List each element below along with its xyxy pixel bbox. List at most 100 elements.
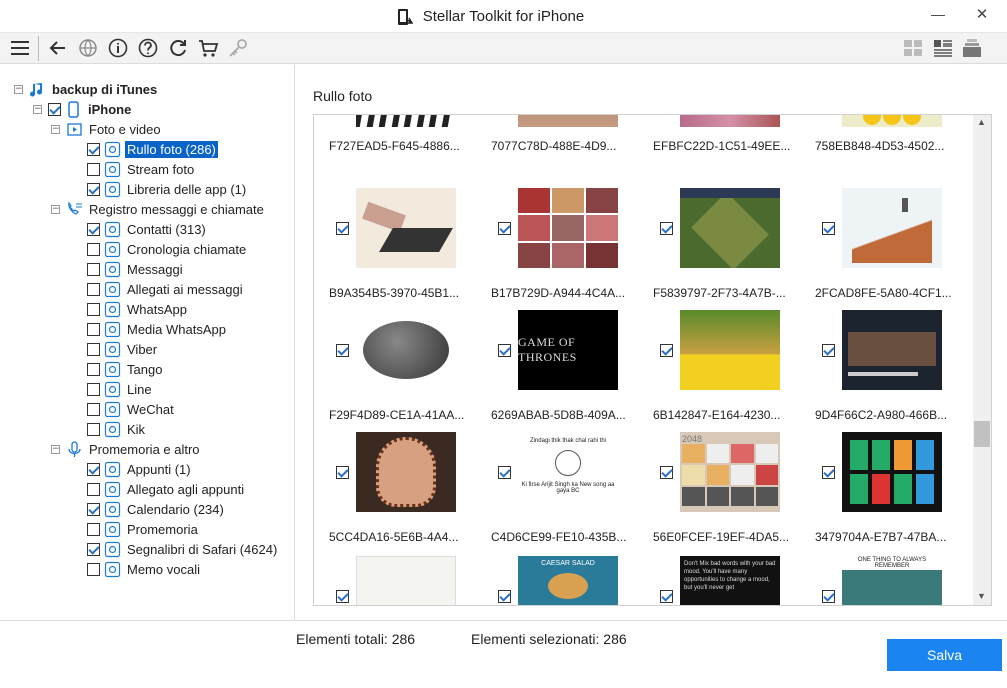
tree-checkbox[interactable]: [87, 402, 100, 416]
tree-checkbox[interactable]: [87, 142, 100, 156]
photo-item[interactable]: Zindagi thik thak chal rahi thi Ki firse …: [476, 432, 638, 554]
photo-item[interactable]: [314, 556, 476, 605]
tree-checkbox[interactable]: [87, 322, 100, 336]
collapse-toggle[interactable]: −: [51, 124, 60, 134]
photo-item[interactable]: GAME OF THRONES 6269ABAB-5D8B-409A...: [476, 310, 638, 432]
photo-thumbnail[interactable]: [356, 432, 456, 512]
tree-checkbox[interactable]: [87, 222, 100, 236]
tree-checkbox[interactable]: [87, 182, 100, 196]
photo-checkbox[interactable]: [822, 590, 835, 603]
tree-item[interactable]: Segnalibri di Safari (4624): [87, 539, 279, 559]
tree-checkbox[interactable]: [87, 522, 100, 536]
tree-checkbox[interactable]: [48, 102, 61, 116]
photo-thumbnail[interactable]: ONE THING TO ALWAYS REMEMBER: [842, 556, 942, 605]
tree-item[interactable]: Calendario (234): [87, 499, 226, 519]
key-icon[interactable]: [227, 37, 249, 59]
photo-item[interactable]: F29F4D89-CE1A-41AA...: [314, 310, 476, 432]
photo-thumbnail[interactable]: [680, 310, 780, 390]
collapse-toggle[interactable]: −: [14, 84, 23, 94]
tree-checkbox[interactable]: [87, 162, 100, 176]
photo-checkbox[interactable]: [822, 466, 835, 479]
tree-checkbox[interactable]: [87, 302, 100, 316]
tree-item[interactable]: − Foto e video: [51, 119, 163, 139]
photo-item[interactable]: B9A354B5-3970-45B1...: [314, 188, 476, 310]
photo-thumbnail[interactable]: Don't Mix bad words with your bad mood. …: [680, 556, 780, 605]
photo-thumbnail[interactable]: 2048: [680, 432, 780, 512]
photo-thumbnail[interactable]: [842, 432, 942, 512]
tree-checkbox[interactable]: [87, 422, 100, 436]
scroll-up-icon[interactable]: ▲: [977, 117, 986, 127]
tree-item[interactable]: Appunti (1): [87, 459, 193, 479]
photo-item[interactable]: 758EB848-4D53-4502...: [800, 115, 962, 169]
refresh-icon[interactable]: [167, 37, 189, 59]
collapse-toggle[interactable]: −: [51, 204, 60, 214]
layers-view-icon[interactable]: [961, 37, 983, 59]
photo-item[interactable]: EFBFC22D-1C51-49EE...: [638, 115, 800, 169]
photo-item[interactable]: 3479704A-E7B7-47BA...: [800, 432, 962, 554]
tree-checkbox[interactable]: [87, 462, 100, 476]
photo-item[interactable]: 2048 56E0FCEF-19EF-4DA5...: [638, 432, 800, 554]
list-view-icon[interactable]: [932, 37, 954, 59]
photo-thumbnail[interactable]: [356, 115, 456, 127]
photo-checkbox[interactable]: [660, 590, 673, 603]
tree-item[interactable]: Messaggi: [87, 259, 185, 279]
tree-item[interactable]: Stream foto: [87, 159, 196, 179]
photo-checkbox[interactable]: [498, 222, 511, 235]
photo-thumbnail[interactable]: [680, 115, 780, 127]
photo-item[interactable]: 7077C78D-488E-4D9...: [476, 115, 638, 169]
photo-thumbnail[interactable]: [842, 188, 942, 268]
photo-checkbox[interactable]: [660, 222, 673, 235]
back-icon[interactable]: [47, 37, 69, 59]
tree-item[interactable]: − Promemoria e altro: [51, 439, 202, 459]
tree-item[interactable]: Libreria delle app (1): [87, 179, 248, 199]
photo-checkbox[interactable]: [822, 344, 835, 357]
photo-checkbox[interactable]: [498, 466, 511, 479]
tree-item[interactable]: − Registro messaggi e chiamate: [51, 199, 266, 219]
photo-item[interactable]: ONE THING TO ALWAYS REMEMBER: [800, 556, 962, 605]
photo-item[interactable]: 2FCAD8FE-5A80-4CF1...: [800, 188, 962, 310]
photo-thumbnail[interactable]: [356, 310, 456, 390]
tree-checkbox[interactable]: [87, 482, 100, 496]
tree-item[interactable]: Contatti (313): [87, 219, 208, 239]
scroll-down-icon[interactable]: ▼: [977, 591, 986, 601]
photo-thumbnail[interactable]: CAESAR SALAD: [518, 556, 618, 605]
photo-checkbox[interactable]: [660, 466, 673, 479]
tree-item[interactable]: Tango: [87, 359, 164, 379]
tree-item[interactable]: Line: [87, 379, 154, 399]
tree-checkbox[interactable]: [87, 562, 100, 576]
tree-item[interactable]: Media WhatsApp: [87, 319, 228, 339]
photo-thumbnail[interactable]: [356, 188, 456, 268]
photo-checkbox[interactable]: [336, 466, 349, 479]
tree-item[interactable]: Allegati ai messaggi: [87, 279, 245, 299]
save-button[interactable]: Salva: [887, 639, 1002, 671]
tree-item[interactable]: Kik: [87, 419, 147, 439]
photo-thumbnail[interactable]: Zindagi thik thak chal rahi thi Ki firse …: [518, 432, 618, 512]
tree-item[interactable]: − iPhone: [33, 99, 133, 119]
photo-thumbnail[interactable]: [518, 115, 618, 127]
grid-view-icon[interactable]: [902, 37, 924, 59]
photo-item[interactable]: Don't Mix bad words with your bad mood. …: [638, 556, 800, 605]
photo-thumbnail[interactable]: [842, 115, 942, 127]
photo-thumbnail[interactable]: GAME OF THRONES: [518, 310, 618, 390]
tree-checkbox[interactable]: [87, 502, 100, 516]
photo-item[interactable]: 9D4F66C2-A980-466B...: [800, 310, 962, 432]
collapse-toggle[interactable]: −: [51, 444, 60, 454]
photo-checkbox[interactable]: [822, 222, 835, 235]
tree-item[interactable]: Rullo foto (286): [87, 139, 218, 159]
tree-item[interactable]: − backup di iTunes: [14, 79, 159, 99]
tree-checkbox[interactable]: [87, 242, 100, 256]
close-button[interactable]: ✕: [972, 5, 992, 25]
photo-checkbox[interactable]: [336, 590, 349, 603]
photo-item[interactable]: CAESAR SALAD: [476, 556, 638, 605]
photo-item[interactable]: 5CC4DA16-5E6B-4A4...: [314, 432, 476, 554]
photo-checkbox[interactable]: [336, 344, 349, 357]
tree-checkbox[interactable]: [87, 262, 100, 276]
tree-item[interactable]: Memo vocali: [87, 559, 202, 579]
help-icon[interactable]: [137, 37, 159, 59]
photo-item[interactable]: F5839797-2F73-4A7B-...: [638, 188, 800, 310]
cart-icon[interactable]: [197, 37, 219, 59]
tree-item[interactable]: Promemoria: [87, 519, 200, 539]
tree-checkbox[interactable]: [87, 382, 100, 396]
minimize-button[interactable]: —: [928, 6, 948, 26]
scrollbar-thumb[interactable]: [974, 421, 990, 447]
